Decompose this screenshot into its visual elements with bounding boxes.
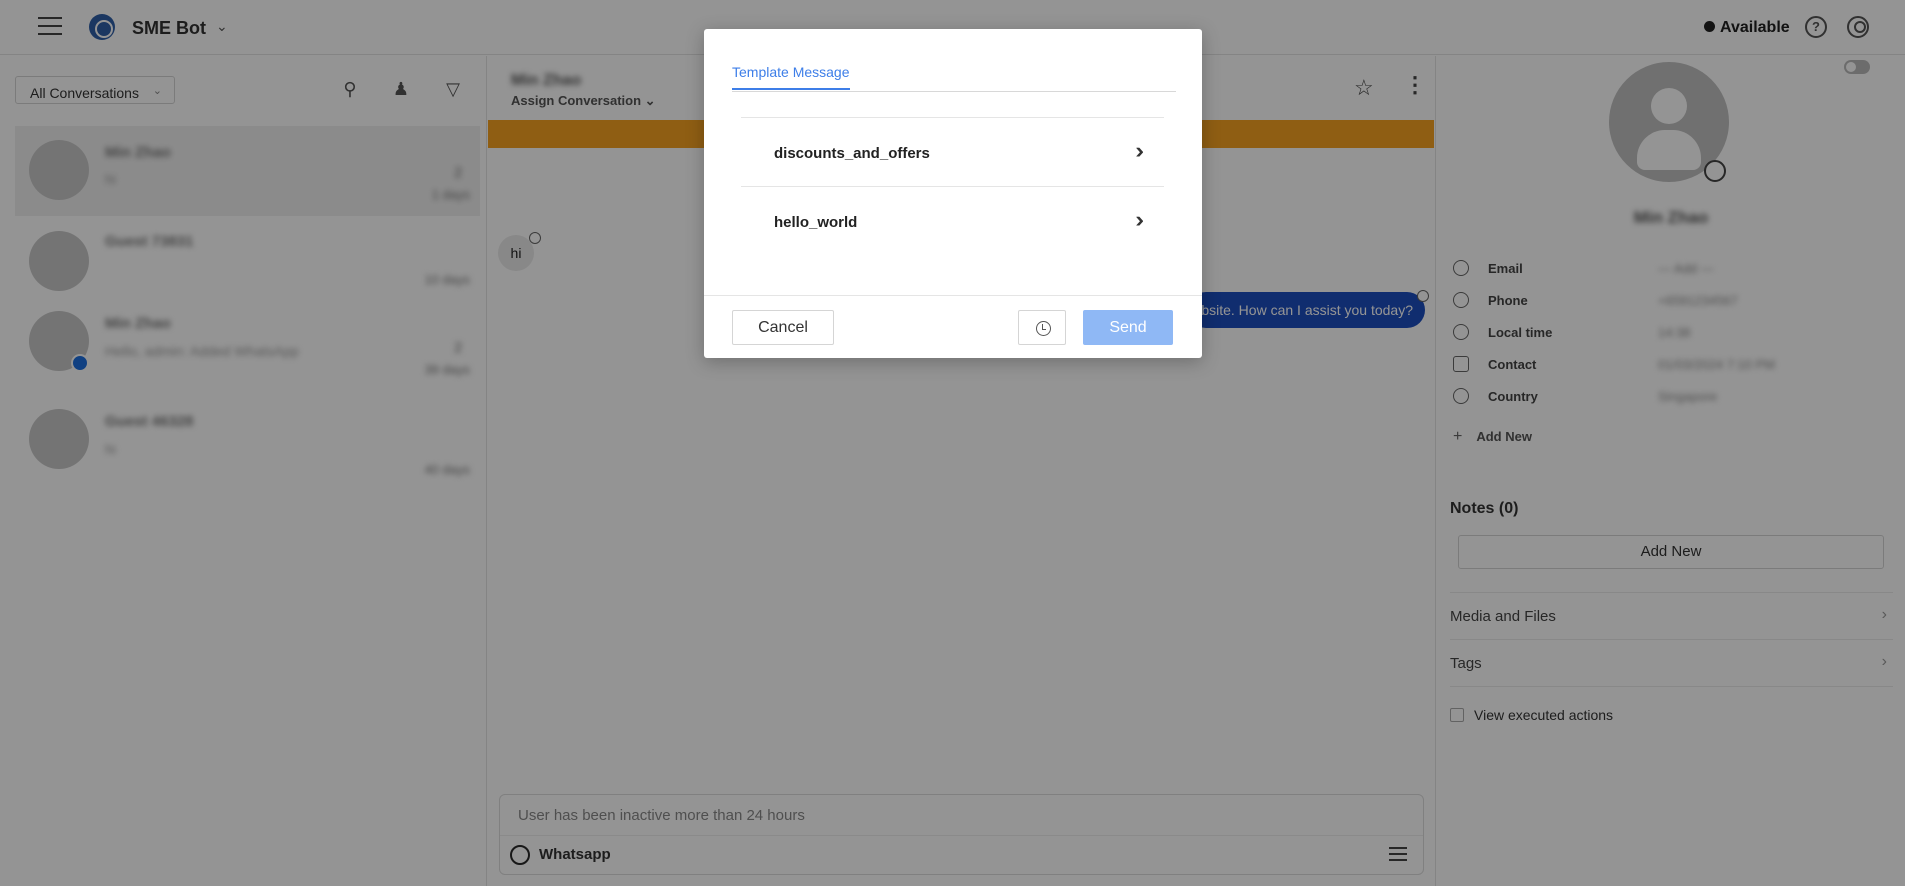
send-button[interactable]: Send: [1083, 310, 1173, 345]
tab-template-message[interactable]: Template Message: [732, 64, 850, 90]
double-chevron-right-icon: ››: [1135, 138, 1143, 163]
template-name: hello_world: [774, 214, 858, 231]
template-message-dialog: Template Message discounts_and_offers ››…: [704, 29, 1202, 358]
template-name: discounts_and_offers: [774, 145, 930, 162]
divider: [704, 295, 1202, 296]
cancel-button[interactable]: Cancel: [732, 310, 834, 345]
tab-divider: [732, 91, 1176, 92]
template-item[interactable]: discounts_and_offers ››: [741, 117, 1164, 186]
clock-icon: [1036, 321, 1051, 336]
template-item[interactable]: hello_world ››: [741, 186, 1164, 255]
double-chevron-right-icon: ››: [1135, 207, 1143, 232]
schedule-button[interactable]: [1018, 310, 1066, 345]
